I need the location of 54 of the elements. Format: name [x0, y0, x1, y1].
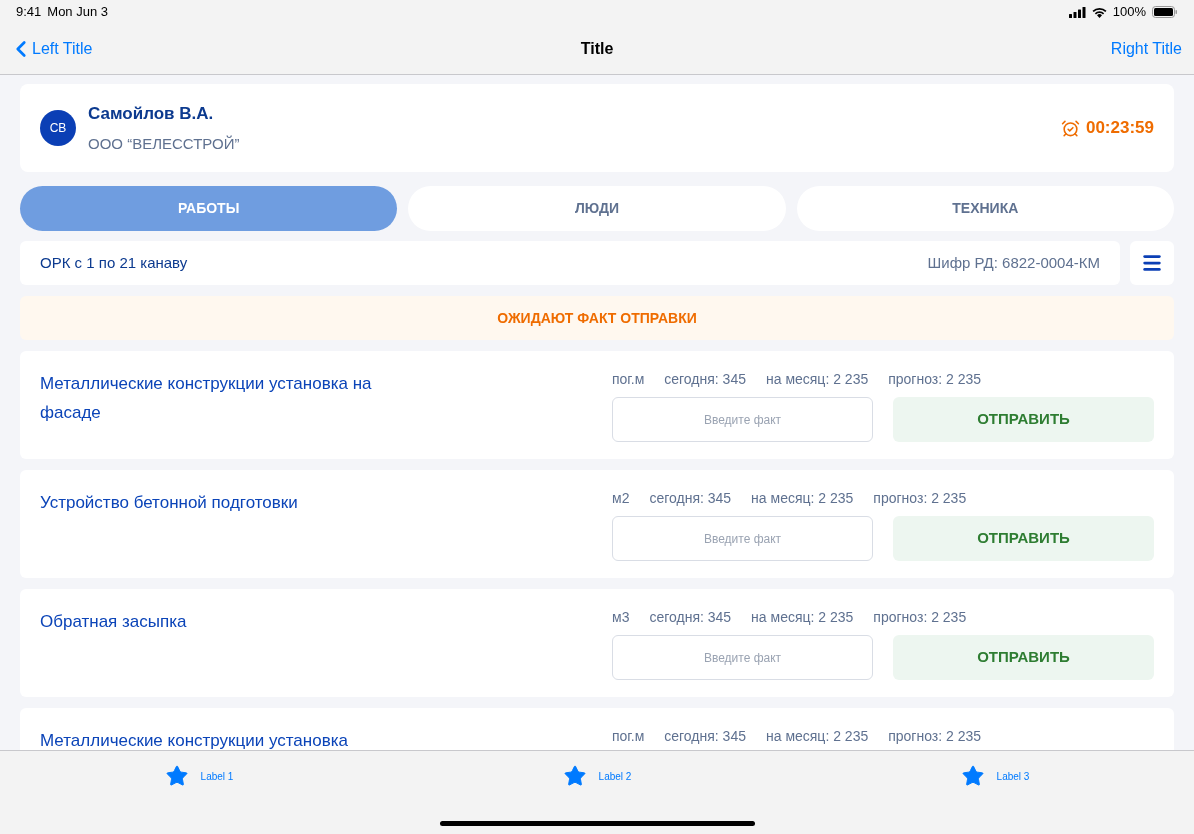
tab-bar-item[interactable]: Label 2: [398, 764, 796, 788]
alarm-clock-icon: [1060, 118, 1080, 138]
send-button[interactable]: ОТПРАВИТЬ: [893, 516, 1154, 561]
forecast-value: прогноз: 2 235: [873, 608, 967, 627]
forecast-value: прогноз: 2 235: [888, 727, 982, 746]
timer: 00:23:59: [1085, 117, 1154, 140]
nav-title: Title: [580, 39, 614, 59]
fact-input[interactable]: Введите факт: [612, 635, 873, 680]
star-icon: [164, 764, 189, 788]
back-button[interactable]: Left Title: [8, 36, 93, 62]
tab-bar-item[interactable]: Label 3: [796, 764, 1194, 788]
unit: пог.м: [612, 727, 645, 746]
right-nav-button[interactable]: Right Title: [1110, 37, 1186, 61]
star-icon: [562, 764, 587, 788]
status-banner: ОЖИДАЮТ ФАКТ ОТПРАВКИ: [20, 296, 1174, 340]
work-title: Металлические конструкции установка: [40, 730, 349, 750]
today-value: сегодня: 345: [664, 727, 746, 746]
today-value: сегодня: 345: [649, 608, 732, 627]
month-value: на месяц: 2 235: [751, 489, 854, 508]
forecast-value: прогноз: 2 235: [873, 489, 967, 508]
fact-input[interactable]: Введите факт: [612, 397, 873, 442]
month-value: на месяц: 2 235: [751, 608, 854, 627]
wifi-icon: [1091, 6, 1107, 18]
star-icon: [960, 764, 985, 788]
send-button[interactable]: ОТПРАВИТЬ: [893, 397, 1154, 442]
avatar: СВ: [40, 110, 76, 146]
user-name: Самойлов В.А.: [88, 103, 215, 125]
send-button[interactable]: ОТПРАВИТЬ: [893, 635, 1154, 680]
signal-icon: [1068, 6, 1086, 18]
document-code: Шифр РД: 6822-0004-КМ: [927, 252, 1100, 273]
menu-icon: [1141, 252, 1163, 274]
object-name: ОРК с 1 по 21 канаву: [40, 252, 188, 273]
month-value: на месяц: 2 235: [765, 370, 869, 389]
tab[interactable]: ЛЮДИ: [408, 186, 786, 231]
battery-percent: 100%: [1112, 3, 1146, 22]
work-title: Обратная засыпка: [40, 611, 188, 633]
month-value: на месяц: 2 235: [765, 727, 869, 746]
tab[interactable]: ТЕХНИКА: [796, 186, 1174, 231]
unit: м2: [612, 489, 630, 508]
tab[interactable]: РАБОТЫ: [20, 186, 398, 231]
unit: м3: [612, 608, 630, 627]
battery-icon: [1152, 6, 1178, 18]
company-name: ООО “ВЕЛЕССТРОЙ”: [88, 133, 240, 154]
fact-input[interactable]: Введите факт: [612, 516, 873, 561]
forecast-value: прогноз: 2 235: [888, 370, 982, 389]
menu-button[interactable]: [1130, 241, 1174, 285]
today-value: сегодня: 345: [664, 370, 746, 389]
unit: пог.м: [612, 370, 645, 389]
status-date: Mon Jun 3: [47, 3, 108, 22]
work-title: Устройство бетонной подготовки: [40, 492, 299, 514]
tab-bar-item[interactable]: Label 1: [0, 764, 398, 788]
today-value: сегодня: 345: [649, 489, 732, 508]
status-time: 9:41: [16, 3, 42, 22]
work-title: Металлические конструкции установка на фасаде: [40, 373, 373, 424]
